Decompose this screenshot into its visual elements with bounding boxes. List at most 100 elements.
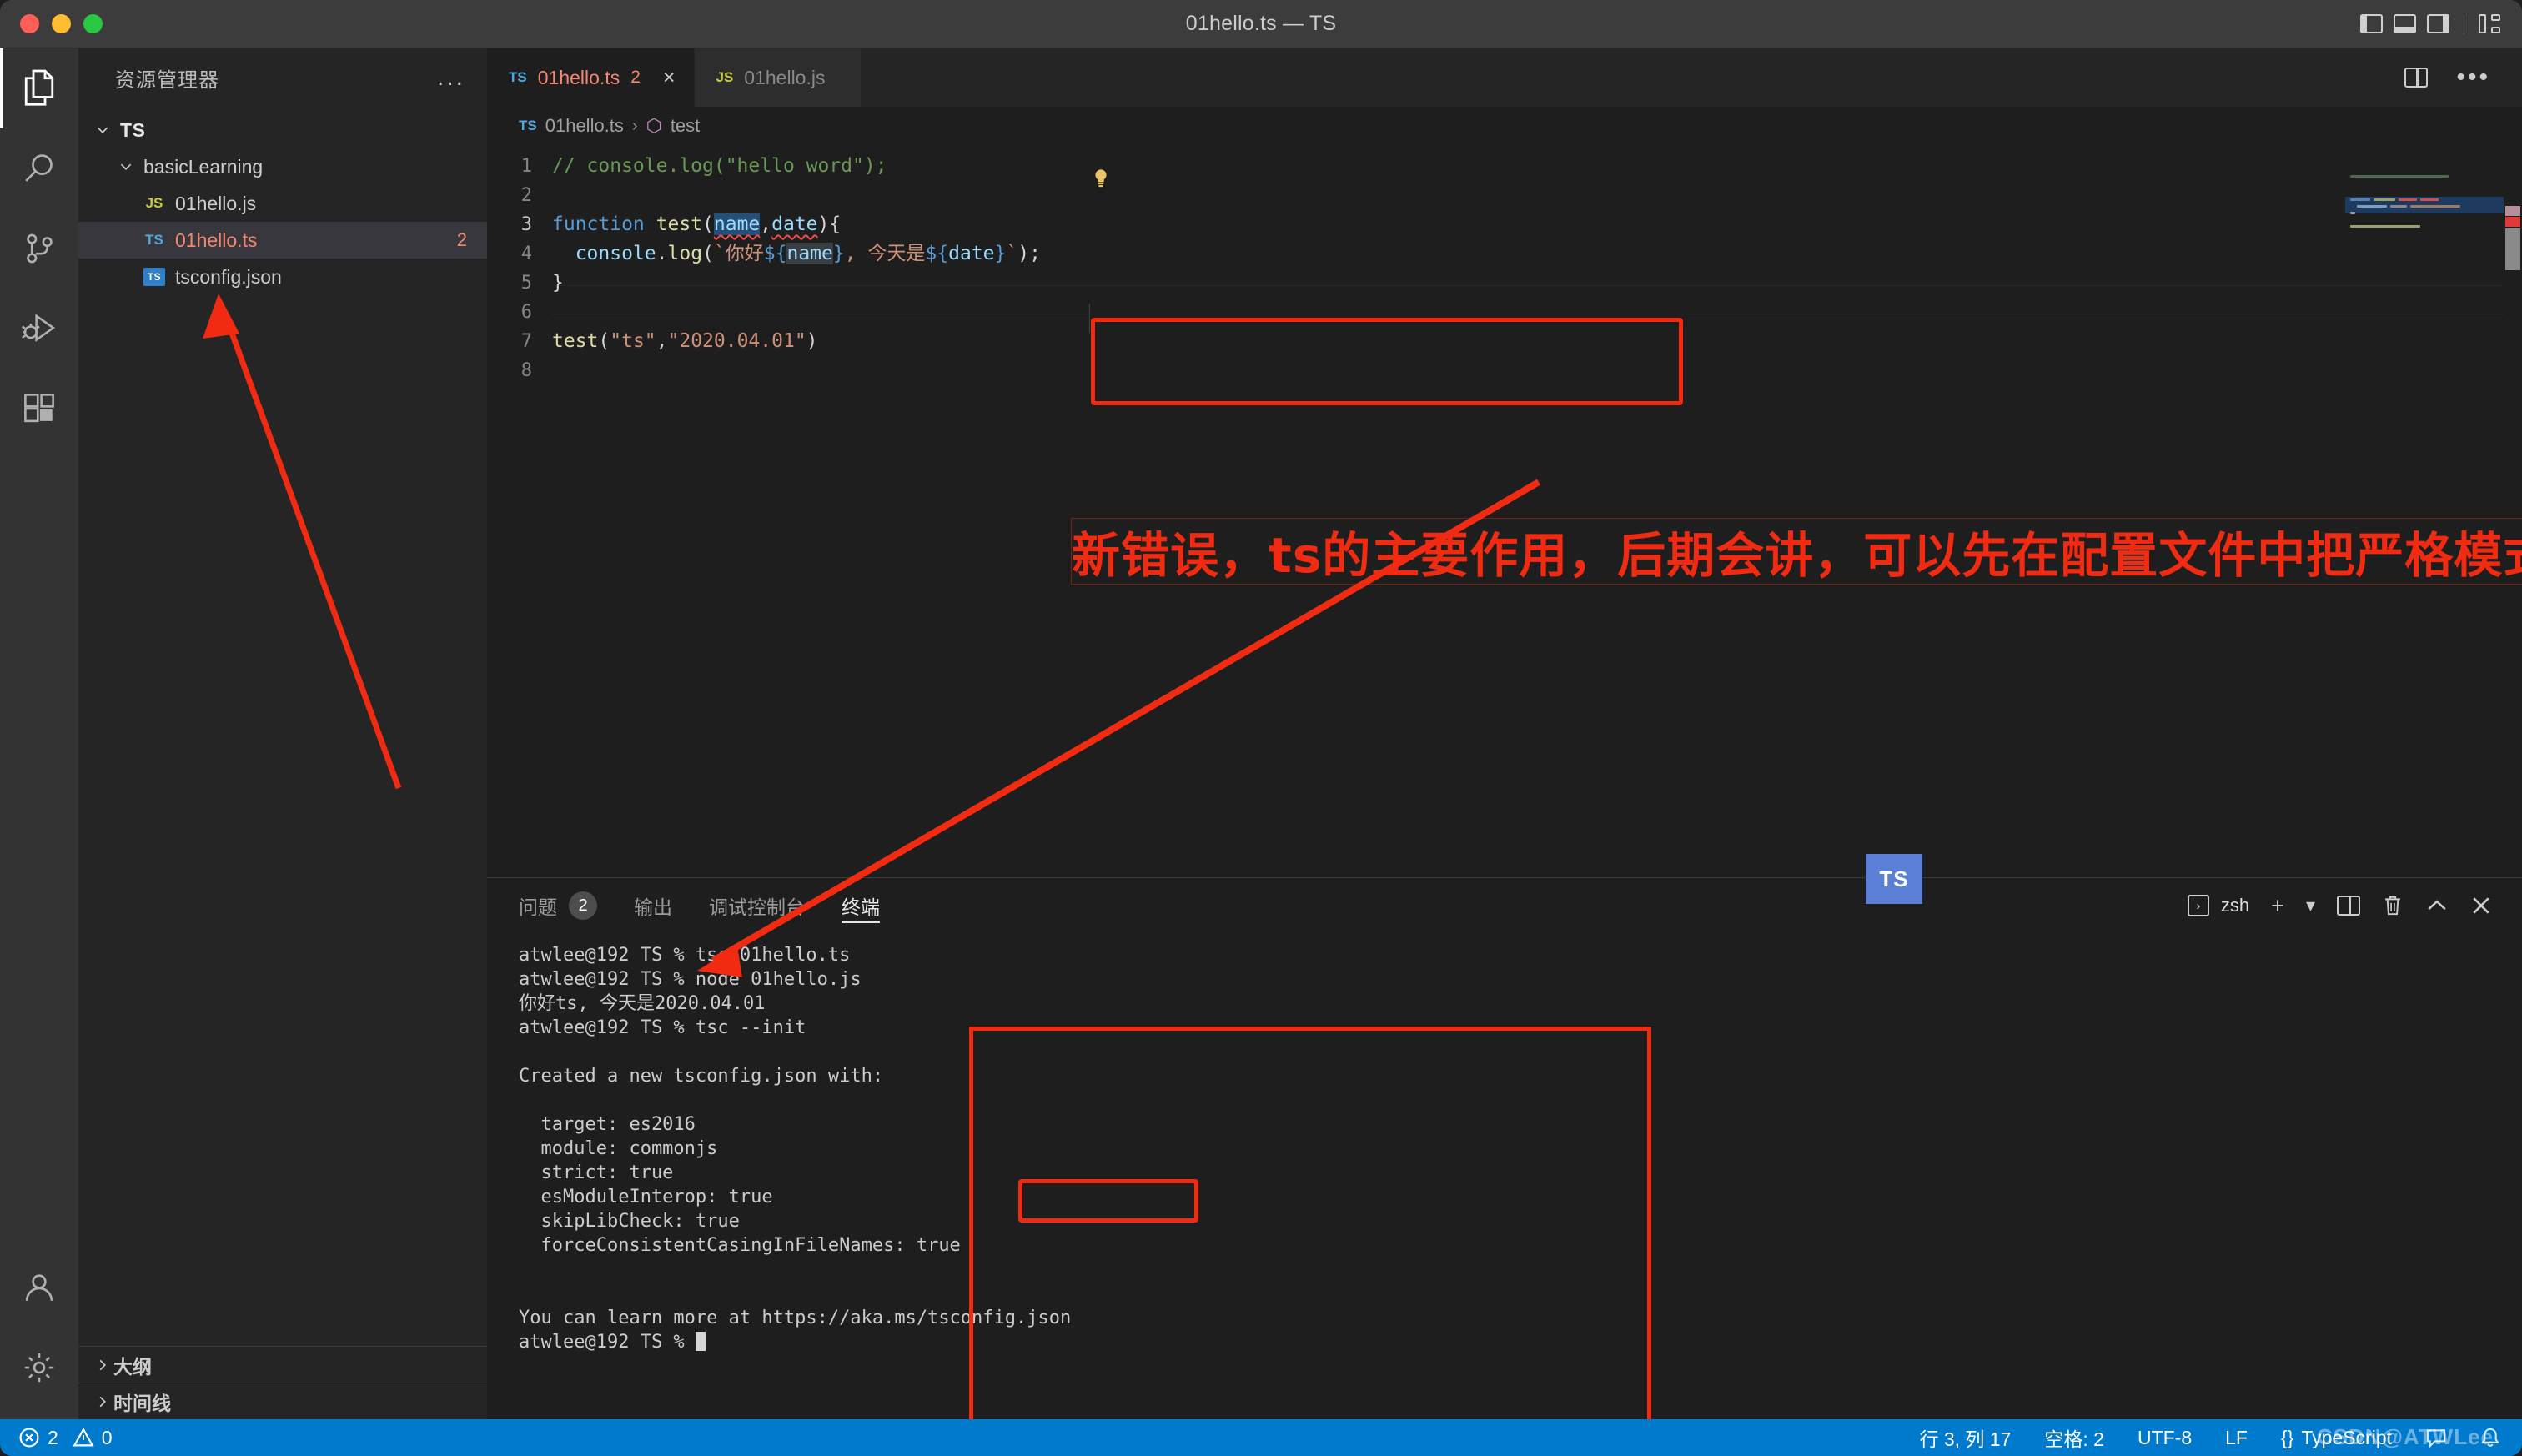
close-icon[interactable]: ×: [663, 68, 676, 88]
gear-icon: [22, 1350, 57, 1385]
panel-tab-output[interactable]: 输出: [634, 878, 672, 933]
line-text: // console.log("hello word");: [552, 152, 887, 181]
window-title: 01hello.ts — TS: [0, 12, 2522, 36]
chevron-down-icon[interactable]: [92, 123, 113, 138]
code-line: 6: [487, 298, 2522, 327]
cube-icon: ⬡: [646, 115, 662, 137]
activity-bar-bottom: [0, 1248, 78, 1419]
overview-ruler[interactable]: [2504, 145, 2522, 877]
status-language-label: TypeScript: [2301, 1427, 2392, 1449]
status-bell-icon[interactable]: [2480, 1427, 2500, 1448]
breadcrumb-file[interactable]: 01hello.ts: [545, 115, 624, 137]
sidebar-more-actions-icon[interactable]: ...: [437, 73, 465, 82]
status-bar-left: 2 0: [0, 1427, 113, 1449]
tree-item-ts-folder[interactable]: TS: [78, 112, 487, 148]
split-terminal-icon[interactable]: [2337, 896, 2360, 916]
tab-01hello-js[interactable]: JS 01hello.js: [695, 48, 862, 107]
panel-tabs: 问题 2 输出 调试控制台 终端 › zsh: [487, 878, 2522, 933]
activity-search[interactable]: [0, 128, 78, 208]
trash-icon[interactable]: [2382, 894, 2404, 917]
tab-01hello-ts[interactable]: TS 01hello.ts 2 ×: [487, 48, 695, 107]
split-editor-icon[interactable]: [2404, 68, 2428, 88]
section-label: 大纲: [113, 1351, 152, 1379]
chevron-down-icon[interactable]: ▾: [2306, 896, 2315, 915]
activity-run-debug[interactable]: [0, 289, 78, 369]
terminal-line: atwlee@192 TS % node 01hello.js: [519, 969, 862, 990]
tab-label: 01hello.js: [744, 67, 825, 89]
window-controls[interactable]: [0, 14, 103, 33]
code-line: 7 test("ts","2020.04.01"): [487, 327, 2522, 356]
line-number: 3: [487, 210, 552, 239]
code-editor[interactable]: 1 // console.log("hello word"); 2 3 func…: [487, 145, 2522, 877]
minimize-window-button[interactable]: [52, 14, 71, 33]
code-line: 8: [487, 356, 2522, 385]
files-icon: [22, 69, 57, 108]
bottom-panel: 问题 2 输出 调试控制台 终端 › zsh: [487, 877, 2522, 1419]
editor-more-actions-icon[interactable]: •••: [2456, 73, 2490, 82]
chevron-right-icon[interactable]: [92, 1358, 113, 1373]
sidebar-section-outline[interactable]: 大纲: [78, 1346, 487, 1383]
terminal-selector[interactable]: › zsh: [2188, 895, 2249, 916]
editor-tab-actions: •••: [2404, 48, 2522, 107]
terminal-line: strict: true: [519, 1162, 673, 1183]
workbench-body: 资源管理器 ... TS basicLearning JS: [0, 48, 2522, 1419]
tab-error-count: 2: [630, 68, 641, 88]
code-line: 2: [487, 181, 2522, 210]
panel-tab-label: 终端: [842, 891, 880, 920]
error-circle-icon: [18, 1427, 40, 1448]
panel-tab-problems[interactable]: 问题 2: [519, 878, 597, 933]
chevron-right-icon[interactable]: [92, 1394, 113, 1409]
activity-settings[interactable]: [0, 1328, 78, 1408]
breadcrumb: TS 01hello.ts › ⬡ test: [487, 107, 2522, 145]
code-content[interactable]: 1 // console.log("hello word"); 2 3 func…: [487, 145, 2522, 385]
error-count-badge: 2: [457, 229, 487, 251]
account-icon: [22, 1270, 57, 1305]
code-line: 3 function test(name,date){: [487, 210, 2522, 239]
panel-tab-terminal[interactable]: 终端: [842, 878, 880, 933]
status-indentation[interactable]: 空格: 2: [2044, 1423, 2104, 1452]
tree-item-basiclearning[interactable]: basicLearning: [78, 148, 487, 185]
toggle-primary-sidebar-icon[interactable]: [2360, 14, 2383, 33]
terminal-line: module: commonjs: [519, 1138, 717, 1159]
close-window-button[interactable]: [20, 14, 39, 33]
tree-item-label: basicLearning: [137, 156, 263, 178]
toggle-secondary-sidebar-icon[interactable]: [2427, 14, 2449, 33]
drag-file-badge: TS: [1866, 854, 1922, 904]
warning-triangle-icon: [73, 1427, 94, 1448]
explorer-sidebar: 资源管理器 ... TS basicLearning JS: [78, 48, 487, 1419]
new-terminal-icon[interactable]: +: [2271, 895, 2284, 917]
line-number: 6: [487, 298, 552, 327]
status-cursor-position[interactable]: 行 3, 列 17: [1919, 1423, 2011, 1452]
ts-file-icon: TS: [519, 118, 537, 134]
sidebar-header: 资源管理器 ...: [78, 48, 487, 107]
quick-fix-lightbulb-icon[interactable]: [1093, 168, 1109, 190]
status-language-mode[interactable]: {} TypeScript: [2281, 1427, 2392, 1449]
activity-source-control[interactable]: [0, 208, 78, 289]
terminal-line: esModuleInterop: true: [519, 1187, 773, 1207]
customize-layout-icon[interactable]: [2479, 14, 2500, 33]
status-problems[interactable]: 2 0: [18, 1427, 113, 1449]
panel-tab-debug-console[interactable]: 调试控制台: [709, 878, 805, 933]
braces-icon: {}: [2281, 1427, 2293, 1449]
panel-tab-label: 问题: [519, 891, 557, 920]
tree-item-tsconfig-json[interactable]: TS tsconfig.json: [78, 259, 487, 295]
status-feedback-icon[interactable]: [2425, 1428, 2447, 1448]
tree-item-01hello-js[interactable]: JS 01hello.js: [78, 185, 487, 222]
search-icon: [22, 151, 57, 186]
status-encoding[interactable]: UTF-8: [2138, 1427, 2192, 1449]
maximize-window-button[interactable]: [83, 14, 103, 33]
close-panel-icon[interactable]: [2470, 895, 2492, 916]
toggle-panel-icon[interactable]: [2394, 14, 2416, 33]
status-eol[interactable]: LF: [2225, 1427, 2248, 1449]
activity-explorer[interactable]: [0, 48, 78, 128]
breadcrumb-symbol[interactable]: test: [671, 115, 700, 137]
terminal-output[interactable]: atwlee@192 TS % tsc 01hello.ts atwlee@19…: [487, 933, 2522, 1419]
tree-item-01hello-ts[interactable]: TS 01hello.ts 2: [78, 222, 487, 259]
sidebar-section-timeline[interactable]: 时间线: [78, 1383, 487, 1419]
terminal-line: skipLibCheck: true: [519, 1211, 740, 1232]
line-number: 4: [487, 239, 552, 269]
maximize-panel-icon[interactable]: [2425, 897, 2449, 914]
chevron-down-icon[interactable]: [115, 159, 137, 174]
activity-accounts[interactable]: [0, 1248, 78, 1328]
activity-extensions[interactable]: [0, 369, 78, 449]
